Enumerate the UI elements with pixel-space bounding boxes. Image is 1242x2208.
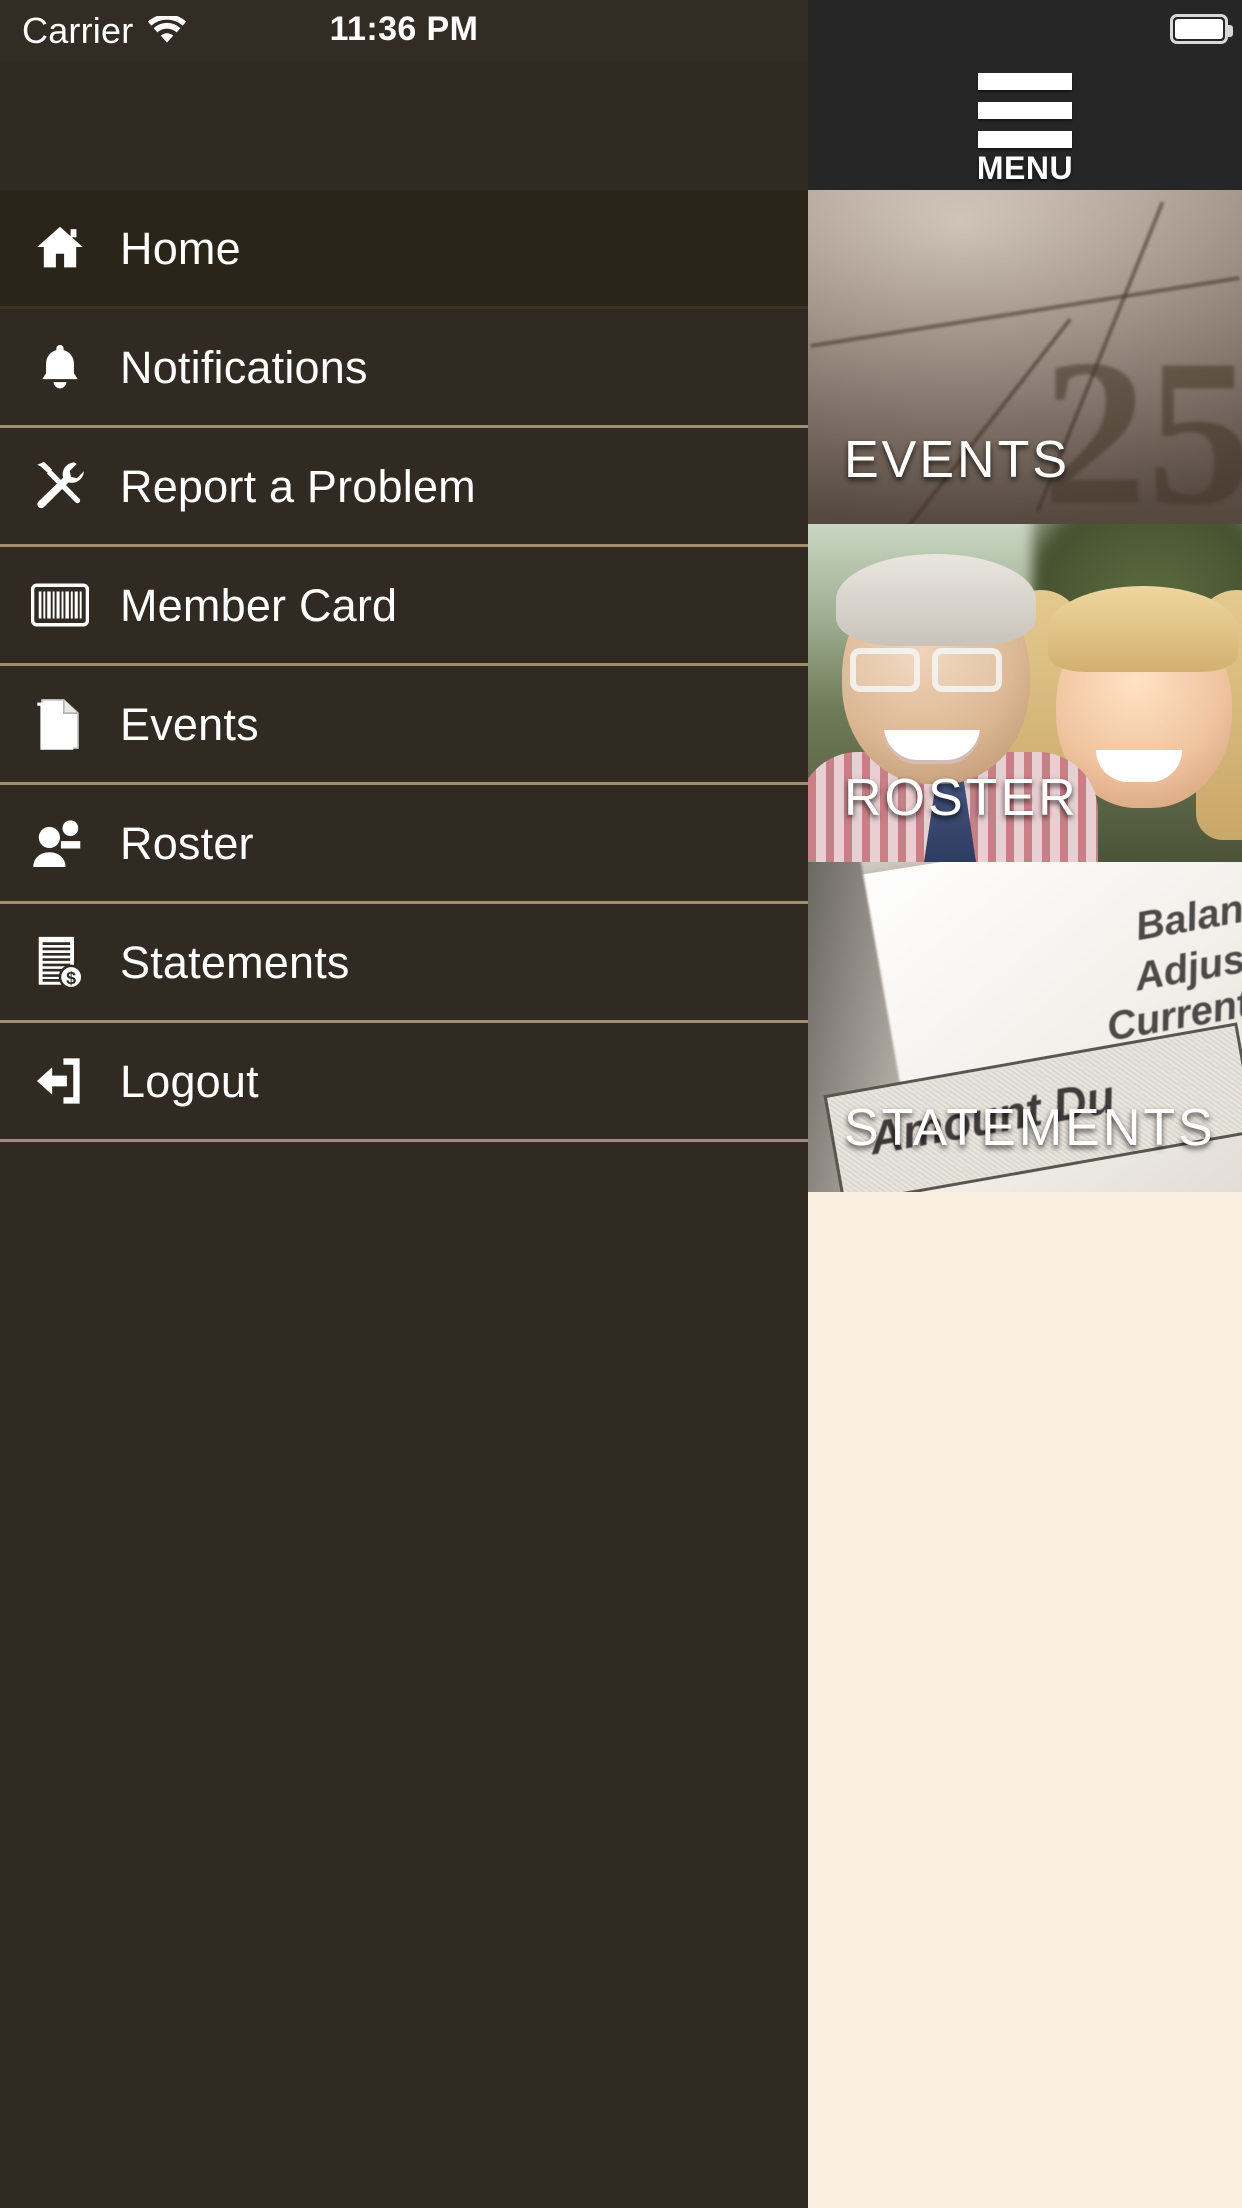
app-root: Carrier 11:36 PM Home Notifications Repo… xyxy=(0,0,1242,2208)
sidebar-item-label: Events xyxy=(120,698,259,750)
home-icon xyxy=(0,219,120,277)
sidebar-item-label: Home xyxy=(120,222,241,274)
main-content: MENU 25 EVENTS ROSTER Balanc Adjustm Cur… xyxy=(808,0,1242,2208)
battery-full-icon xyxy=(1170,14,1233,44)
barcode-icon xyxy=(0,583,120,627)
tile-label: ROSTER xyxy=(844,769,1079,827)
sidebar-item-logout[interactable]: Logout xyxy=(0,1023,808,1142)
logout-icon xyxy=(0,1054,120,1108)
sidebar-item-label: Member Card xyxy=(120,579,398,631)
tile-label: STATEMENTS xyxy=(844,1099,1216,1157)
invoice-dollar-icon: $ xyxy=(0,933,120,991)
tools-icon xyxy=(0,457,120,515)
tile-label: EVENTS xyxy=(844,431,1071,489)
navigation-drawer: Carrier 11:36 PM Home Notifications Repo… xyxy=(0,0,808,2208)
people-icon xyxy=(0,817,120,869)
sidebar-item-label: Statements xyxy=(120,936,350,988)
status-bar: Carrier 11:36 PM xyxy=(0,0,808,62)
tile-statements[interactable]: Balanc Adjustm Current P Amount Du STATE… xyxy=(808,862,1242,1192)
menu-button-label[interactable]: MENU xyxy=(977,152,1073,184)
svg-text:$: $ xyxy=(66,968,76,988)
hamburger-menu-icon[interactable] xyxy=(978,73,1072,148)
sidebar-item-label: Roster xyxy=(120,817,254,869)
sidebar-item-events[interactable]: Events xyxy=(0,666,808,785)
sidebar-item-label: Notifications xyxy=(120,341,368,393)
clock-label: 11:36 PM xyxy=(329,10,479,48)
sidebar-item-home[interactable]: Home xyxy=(0,190,808,309)
sidebar-item-member-card[interactable]: Member Card xyxy=(0,547,808,666)
tile-events[interactable]: 25 EVENTS xyxy=(808,190,1242,524)
sidebar-item-label: Report a Problem xyxy=(120,460,476,512)
sidebar-item-notifications[interactable]: Notifications xyxy=(0,309,808,428)
tile-roster[interactable]: ROSTER xyxy=(808,524,1242,862)
sidebar-item-label: Logout xyxy=(120,1055,259,1107)
sidebar-item-report-a-problem[interactable]: Report a Problem xyxy=(0,428,808,547)
sidebar-item-statements[interactable]: $ Statements xyxy=(0,904,808,1023)
app-header: MENU xyxy=(808,0,1242,190)
sidebar-menu: Home Notifications Report a Problem Memb… xyxy=(0,190,808,1142)
document-icon xyxy=(0,695,120,753)
sidebar-item-roster[interactable]: Roster xyxy=(0,785,808,904)
bell-icon xyxy=(0,338,120,396)
content-empty-area xyxy=(808,1192,1242,2208)
